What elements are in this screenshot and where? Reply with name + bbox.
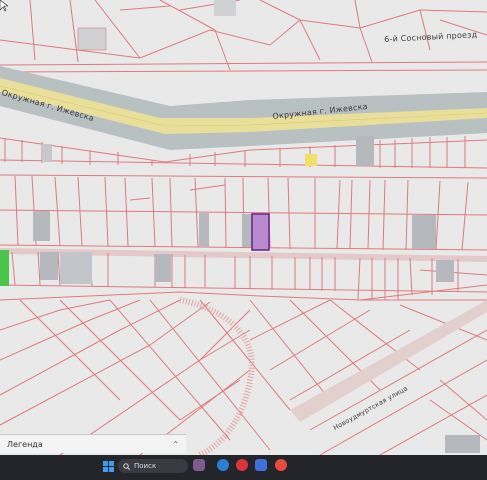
edge-icon[interactable]: [217, 459, 229, 471]
parcels-south: [0, 291, 487, 455]
green-patch: [0, 250, 9, 286]
building-b2-3: [155, 254, 171, 282]
media-icon[interactable]: [193, 459, 205, 471]
screen: Окружная г. Ижевска Окружная г. Ижевска …: [0, 0, 487, 480]
street-road: [290, 300, 487, 422]
building-south: [445, 435, 480, 453]
search-placeholder: Поиск: [134, 462, 157, 470]
selected-parcel[interactable]: [251, 213, 270, 251]
cadastral-map[interactable]: Окружная г. Ижевска Окружная г. Ижевска …: [0, 0, 487, 455]
building-row1: [356, 136, 374, 166]
building-b2-1: [40, 252, 58, 280]
building-b1-1: [33, 211, 50, 241]
taskbar-search[interactable]: Поиск: [118, 459, 188, 473]
building-north-2: [214, 0, 236, 16]
map-canvas[interactable]: [0, 0, 487, 455]
chevron-up-down-icon[interactable]: ⌃: [172, 440, 179, 449]
building-b1-4: [412, 215, 436, 249]
yandex-icon[interactable]: [275, 459, 287, 471]
building-b2-4: [436, 260, 454, 282]
chat-icon[interactable]: [255, 459, 267, 471]
building-b1-3: [242, 214, 252, 247]
legend-label: Легенда: [7, 439, 43, 449]
start-icon[interactable]: [103, 461, 114, 472]
contour-lines: [179, 297, 255, 455]
building-b1-2: [199, 213, 209, 247]
building-b2-2: [60, 252, 92, 284]
building-row1-b: [42, 144, 52, 162]
legend-panel[interactable]: Легенда ⌃: [0, 434, 186, 453]
search-icon: [123, 462, 130, 470]
building-north: [77, 27, 107, 51]
mouse-cursor-icon: [0, 0, 8, 12]
highlight-parcel: [305, 154, 317, 166]
opera-icon[interactable]: [236, 459, 248, 471]
